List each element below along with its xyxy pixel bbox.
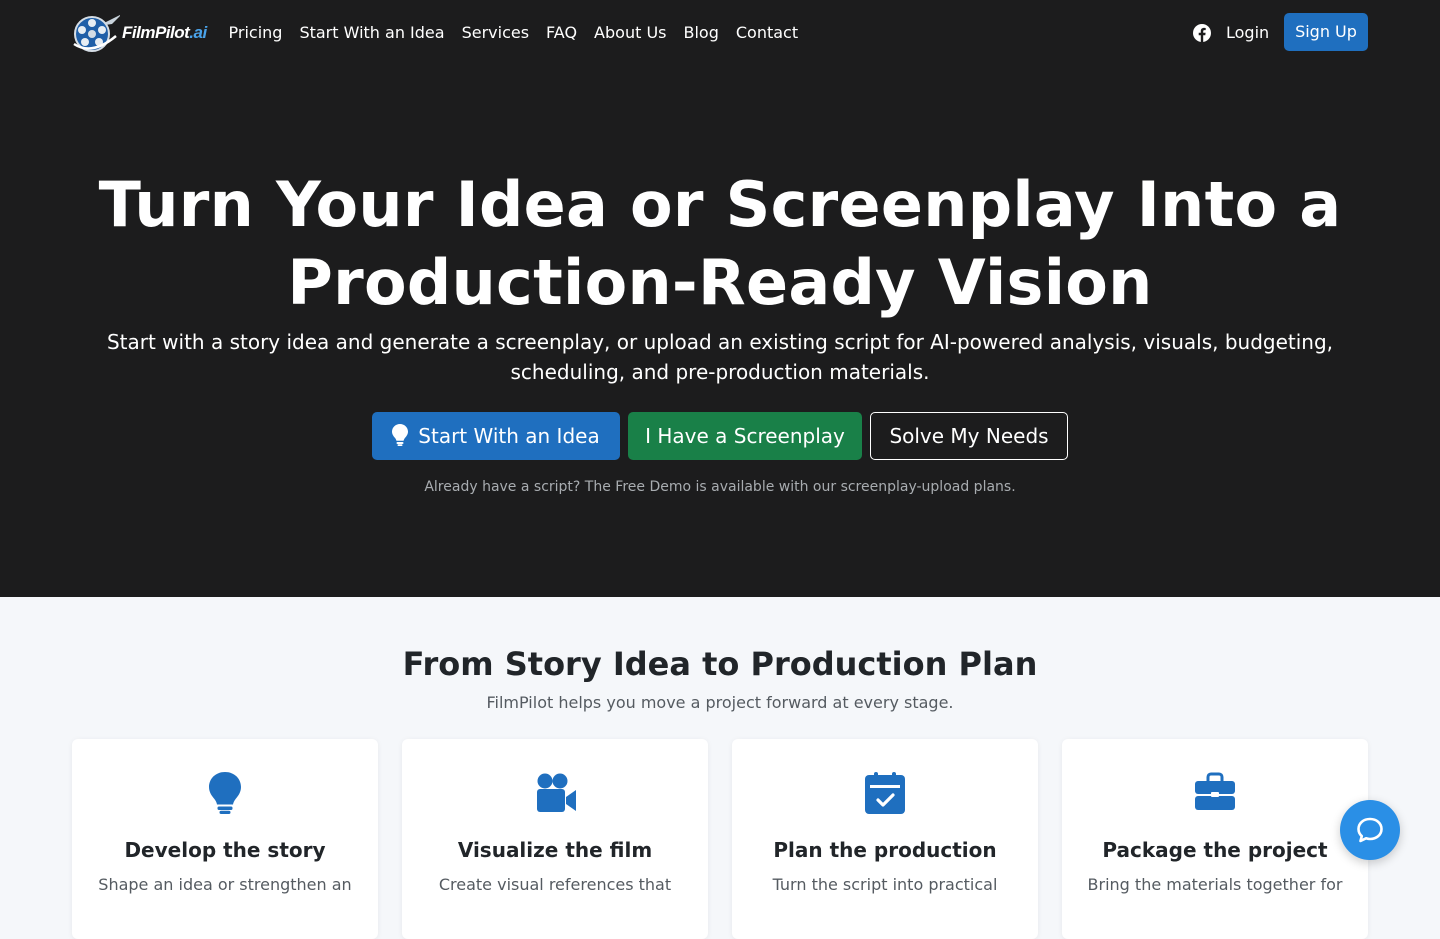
login-link[interactable]: Login: [1226, 22, 1269, 44]
start-with-idea-label: Start With an Idea: [418, 424, 600, 448]
feature-card-title: Develop the story: [124, 838, 326, 862]
signup-button[interactable]: Sign Up: [1284, 13, 1368, 51]
nav-start-with-idea[interactable]: Start With an Idea: [291, 22, 453, 44]
hero-title-line1: Turn Your Idea or Screenplay Into a: [98, 168, 1342, 241]
hero-title: Turn Your Idea or Screenplay Into a Prod…: [0, 166, 1440, 322]
feature-card-desc: Create visual references that: [438, 875, 672, 894]
nav-pricing[interactable]: Pricing: [220, 22, 291, 44]
nav-faq[interactable]: FAQ: [538, 22, 586, 44]
features-title: From Story Idea to Production Plan: [402, 645, 1038, 683]
feature-card-desc: Turn the script into practical: [772, 875, 998, 894]
lightbulb-icon: [209, 772, 241, 814]
features-subtitle: FilmPilot helps you move a project forwa…: [486, 693, 954, 712]
feature-card-desc: Shape an idea or strengthen an: [98, 875, 352, 894]
chat-widget-button[interactable]: [1340, 800, 1400, 860]
feature-card-desc: Bring the materials together for: [1087, 875, 1343, 894]
start-with-idea-button[interactable]: Start With an Idea: [372, 412, 620, 460]
hero-note: Already have a script? The Free Demo is …: [424, 479, 1016, 495]
brand-name-part2: .ai: [189, 23, 207, 42]
nav-services[interactable]: Services: [453, 22, 537, 44]
hero-section: Turn Your Idea or Screenplay Into a Prod…: [0, 66, 1440, 597]
features-section: From Story Idea to Production Plan FilmP…: [0, 597, 1440, 939]
nav-blog[interactable]: Blog: [675, 22, 727, 44]
solve-my-needs-button[interactable]: Solve My Needs: [870, 412, 1068, 460]
feature-card-plan: Plan the production Turn the script into…: [732, 739, 1038, 939]
feature-card-develop: Develop the story Shape an idea or stren…: [72, 739, 378, 939]
calendar-check-icon: [865, 772, 905, 814]
navbar: FilmPilot.ai Pricing Start With an Idea …: [0, 0, 1440, 66]
facebook-icon[interactable]: [1193, 24, 1211, 42]
nav-about-us[interactable]: About Us: [586, 22, 675, 44]
main-nav: Pricing Start With an Idea Services FAQ …: [220, 22, 807, 44]
nav-contact[interactable]: Contact: [727, 22, 806, 44]
video-camera-icon: [537, 773, 576, 812]
chat-bubble-icon: [1357, 817, 1383, 843]
brand-logo[interactable]: FilmPilot.ai: [72, 13, 207, 53]
briefcase-icon: [1195, 772, 1235, 810]
feature-card-title: Visualize the film: [457, 838, 653, 862]
feature-card-visualize: Visualize the film Create visual referen…: [402, 739, 708, 939]
feature-card-package: Package the project Bring the materials …: [1062, 739, 1368, 939]
have-screenplay-button[interactable]: I Have a Screenplay: [628, 412, 862, 460]
lightbulb-icon: [392, 424, 409, 446]
hero-subtitle: Start with a story idea and generate a s…: [106, 330, 1334, 384]
hero-title-line2: Production-Ready Vision: [287, 246, 1153, 319]
film-reel-logo-icon: [73, 15, 120, 52]
feature-card-title: Package the project: [1102, 838, 1328, 862]
brand-name: FilmPilot.ai: [122, 23, 207, 43]
brand-name-part1: FilmPilot: [122, 23, 190, 42]
feature-card-title: Plan the production: [773, 838, 997, 862]
